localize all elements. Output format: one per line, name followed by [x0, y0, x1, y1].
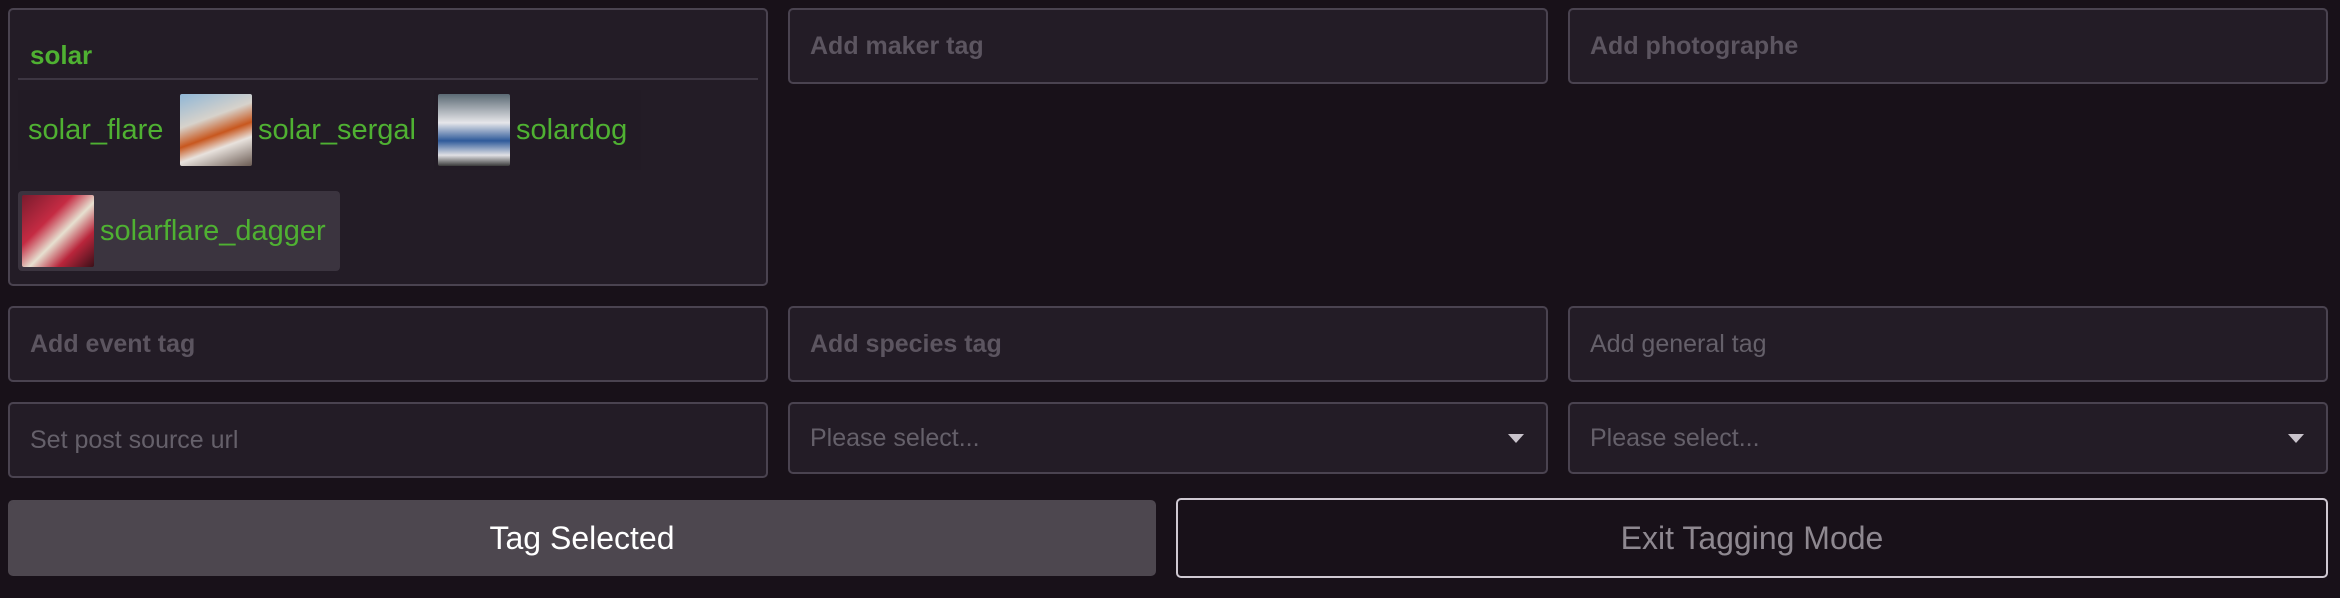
- exit-tagging-mode-button[interactable]: Exit Tagging Mode: [1176, 498, 2328, 578]
- tag-search-input-value[interactable]: solar: [30, 40, 92, 71]
- post-source-url-input[interactable]: Set post source url: [8, 402, 768, 478]
- select-dropdown-1[interactable]: Please select...: [788, 402, 1548, 474]
- suggestion-solar-flare[interactable]: solar_flare: [18, 90, 178, 170]
- general-tag-input[interactable]: Add general tag: [1568, 306, 2328, 382]
- select-placeholder: Please select...: [810, 423, 980, 452]
- maker-tag-placeholder: Add maker tag: [810, 31, 984, 60]
- suggestion-label: solar_sergal: [258, 113, 416, 146]
- event-tag-placeholder: Add event tag: [30, 329, 196, 358]
- chevron-down-icon[interactable]: [2288, 434, 2304, 443]
- maker-tag-input[interactable]: Add maker tag: [788, 8, 1548, 84]
- suggestion-label: solardog: [516, 113, 628, 146]
- suggestion-thumbnail: [438, 94, 510, 166]
- post-source-url-placeholder: Set post source url: [30, 425, 239, 454]
- event-tag-input[interactable]: Add event tag: [8, 306, 768, 382]
- exit-tagging-mode-label: Exit Tagging Mode: [1620, 519, 1884, 556]
- suggestion-label: solar_flare: [28, 113, 164, 146]
- suggestion-label: solarflare_dagger: [100, 214, 326, 247]
- tag-selected-label: Tag Selected: [489, 519, 675, 556]
- species-tag-input[interactable]: Add species tag: [788, 306, 1548, 382]
- photographer-tag-placeholder: Add photographe: [1590, 31, 1799, 60]
- suggestion-solardog[interactable]: solardog: [434, 90, 642, 170]
- species-tag-placeholder: Add species tag: [810, 329, 1002, 358]
- suggestion-solar-sergal[interactable]: solar_sergal: [176, 90, 430, 170]
- select-dropdown-2[interactable]: Please select...: [1568, 402, 2328, 474]
- general-tag-placeholder: Add general tag: [1590, 329, 1767, 358]
- suggestion-thumbnail: [22, 195, 94, 267]
- suggestion-thumbnail: [180, 94, 252, 166]
- dropdown-divider: [18, 78, 758, 80]
- select-placeholder: Please select...: [1590, 423, 1760, 452]
- photographer-tag-input[interactable]: Add photographe: [1568, 8, 2328, 84]
- tag-selected-button[interactable]: Tag Selected: [8, 500, 1156, 576]
- chevron-down-icon[interactable]: [1508, 434, 1524, 443]
- suggestion-solarflare-dagger[interactable]: solarflare_dagger: [18, 191, 340, 271]
- tag-search-dropdown[interactable]: solar solar_flare solar_sergal solardog …: [8, 8, 768, 286]
